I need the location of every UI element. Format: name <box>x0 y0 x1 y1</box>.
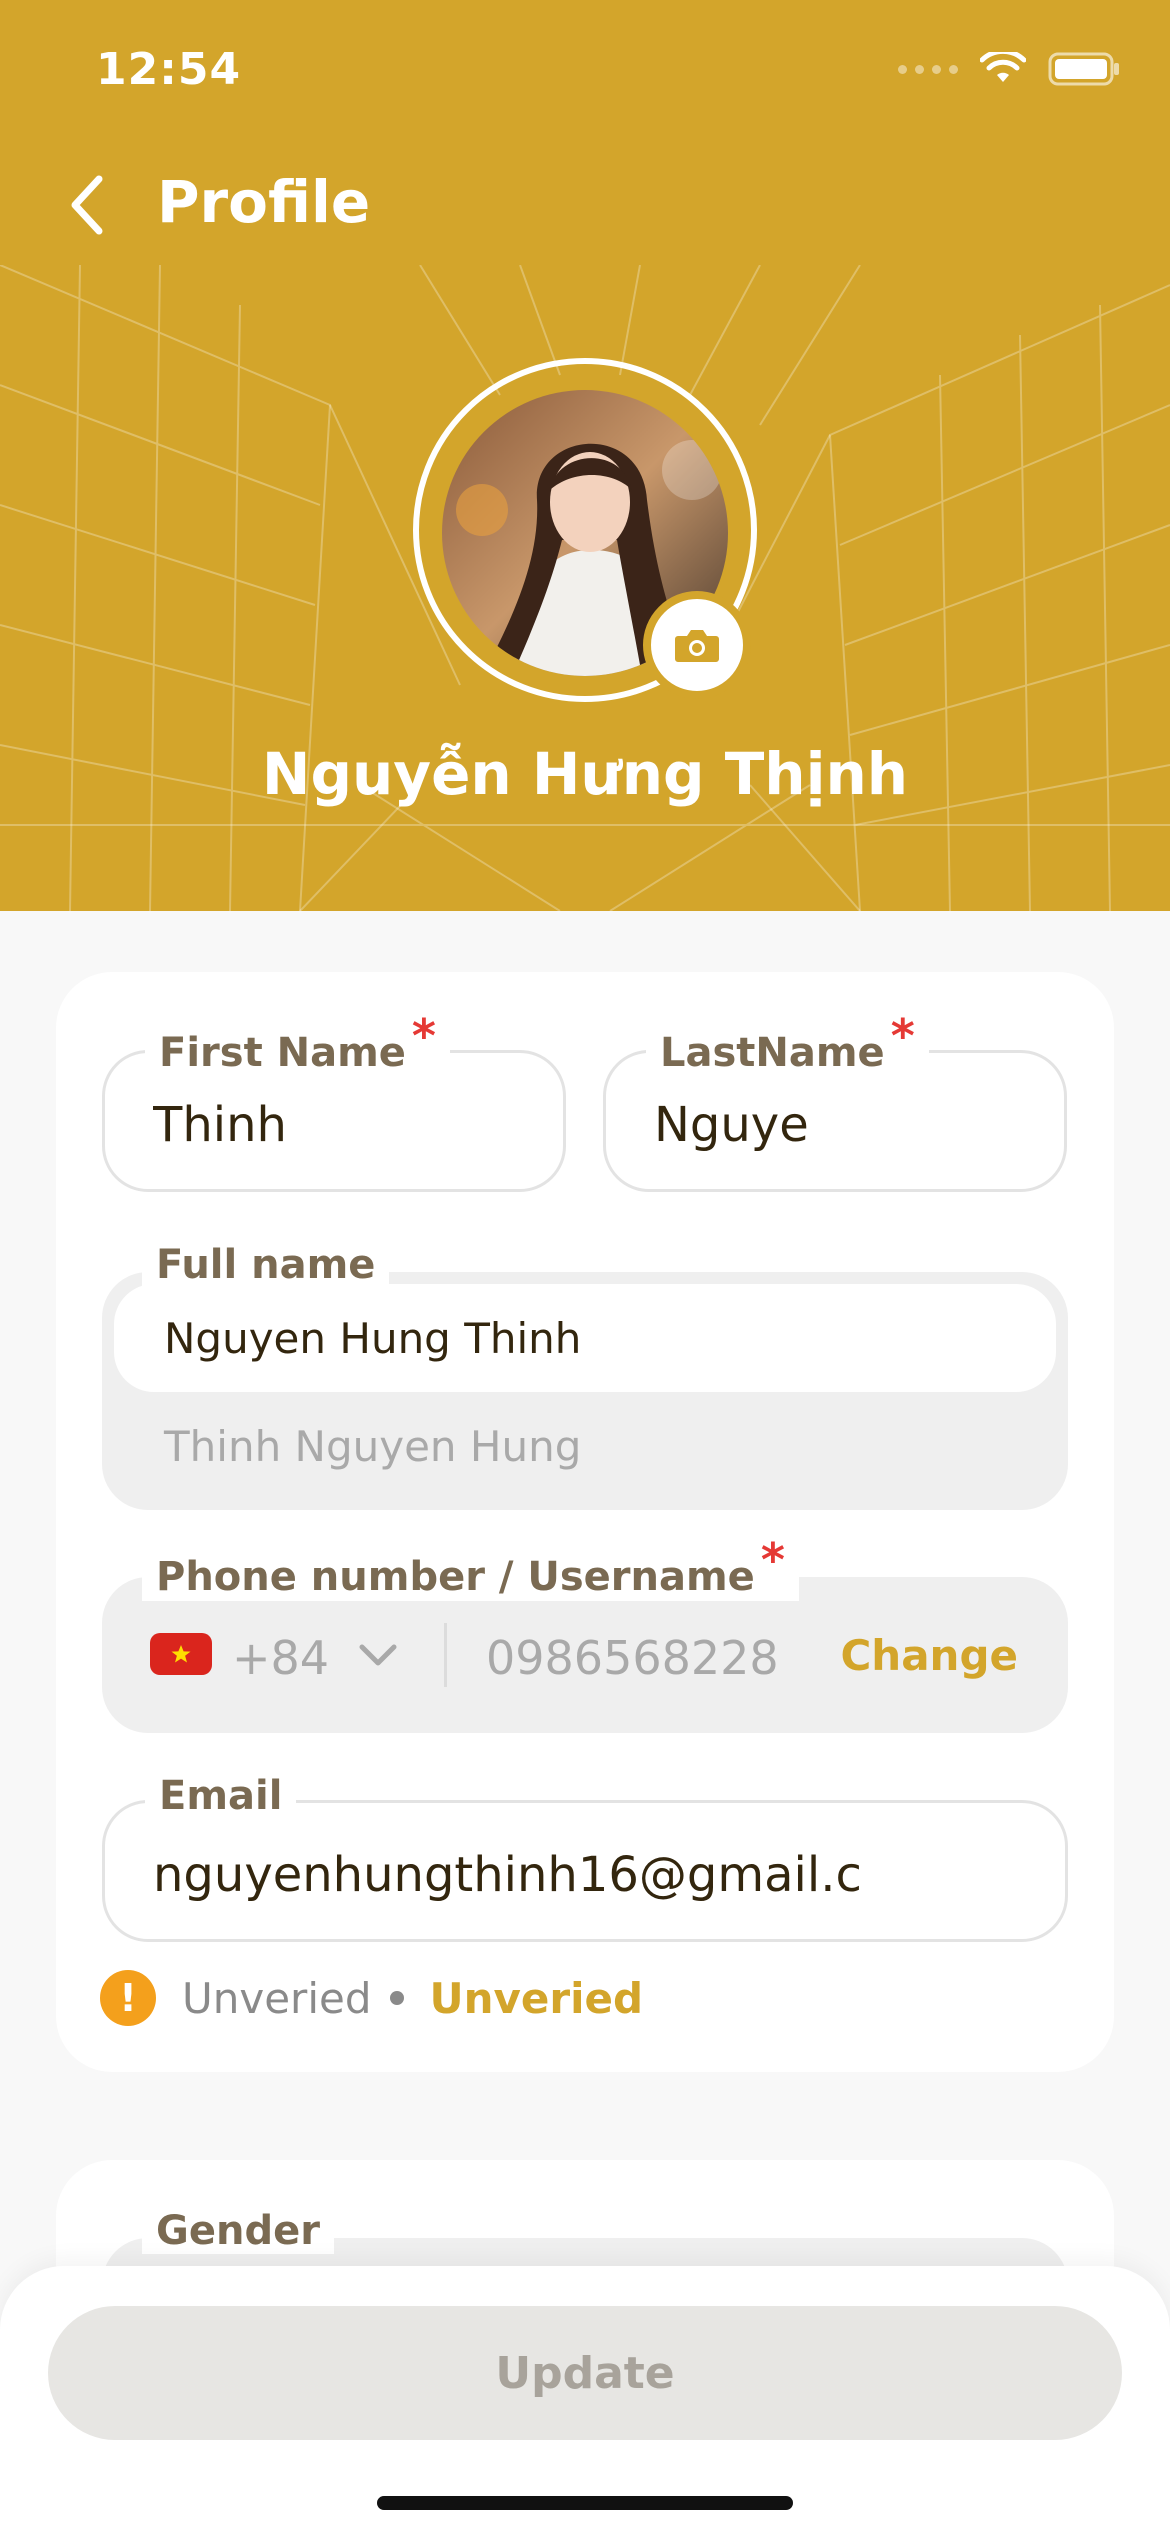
update-button[interactable]: Update <box>48 2306 1122 2440</box>
full-name-field: Full name Nguyen Hung Thinh Thinh Nguyen… <box>102 1242 1068 1510</box>
full-name-label: Full name <box>142 1242 390 1288</box>
phone-number: 0986568228 <box>486 1631 779 1685</box>
phone-label: Phone number / Username * <box>142 1533 799 1601</box>
warning-icon: ! <box>100 1970 156 2026</box>
bottom-action-bar: Update <box>0 2266 1170 2532</box>
status-icons <box>898 52 1120 86</box>
signal-icon <box>898 64 958 74</box>
required-mark: * <box>760 1533 785 1587</box>
required-mark: * <box>411 1009 436 1063</box>
chevron-left-icon <box>71 175 103 235</box>
verification-status: Unveried <box>182 1973 372 2023</box>
full-name-option-selected[interactable]: Nguyen Hung Thinh <box>114 1284 1056 1392</box>
wifi-icon <box>980 52 1026 82</box>
profile-header: 12:54 Profile Nguyễn Hưng Thịnh <box>0 0 1170 911</box>
email-label: Email <box>145 1773 297 1819</box>
full-name-option-alternate[interactable]: Thinh Nguyen Hung <box>164 1422 581 1471</box>
email-verification-row: ! Unveried Unveried <box>100 1968 643 2028</box>
camera-icon <box>675 630 719 662</box>
last-name-label: LastName * <box>646 1009 929 1077</box>
vietnam-flag-icon <box>150 1633 212 1675</box>
home-indicator <box>377 2496 793 2510</box>
page-title: Profile <box>157 168 371 236</box>
separator-dot <box>389 1991 404 2005</box>
verify-email-button[interactable]: Unveried <box>430 1974 644 2023</box>
last-name-input[interactable]: Nguye <box>654 1097 809 1153</box>
first-name-input[interactable]: Thinh <box>153 1097 287 1153</box>
profile-display-name: Nguyễn Hưng Thịnh <box>261 740 909 808</box>
email-field[interactable]: Email nguyenhungthinh16@gmail.c <box>102 1773 1068 1942</box>
gender-label: Gender <box>142 2208 334 2254</box>
country-code: +84 <box>232 1631 330 1685</box>
first-name-label: First Name * <box>145 1009 450 1077</box>
battery-icon <box>1048 52 1119 86</box>
phone-divider <box>444 1623 447 1687</box>
first-name-field[interactable]: First Name * Thinh <box>102 1009 566 1192</box>
email-input[interactable]: nguyenhungthinh16@gmail.c <box>153 1847 1025 1903</box>
change-phone-button[interactable]: Change <box>840 1631 1018 1680</box>
status-time: 12:54 <box>96 44 242 95</box>
last-name-field[interactable]: LastName * Nguye <box>603 1009 1067 1192</box>
back-button[interactable] <box>52 170 122 240</box>
phone-field: Phone number / Username * +84 0986568228 … <box>102 1533 1068 1733</box>
required-mark: * <box>890 1009 915 1063</box>
chevron-down-icon[interactable] <box>354 1635 402 1675</box>
change-avatar-button[interactable] <box>643 591 751 699</box>
